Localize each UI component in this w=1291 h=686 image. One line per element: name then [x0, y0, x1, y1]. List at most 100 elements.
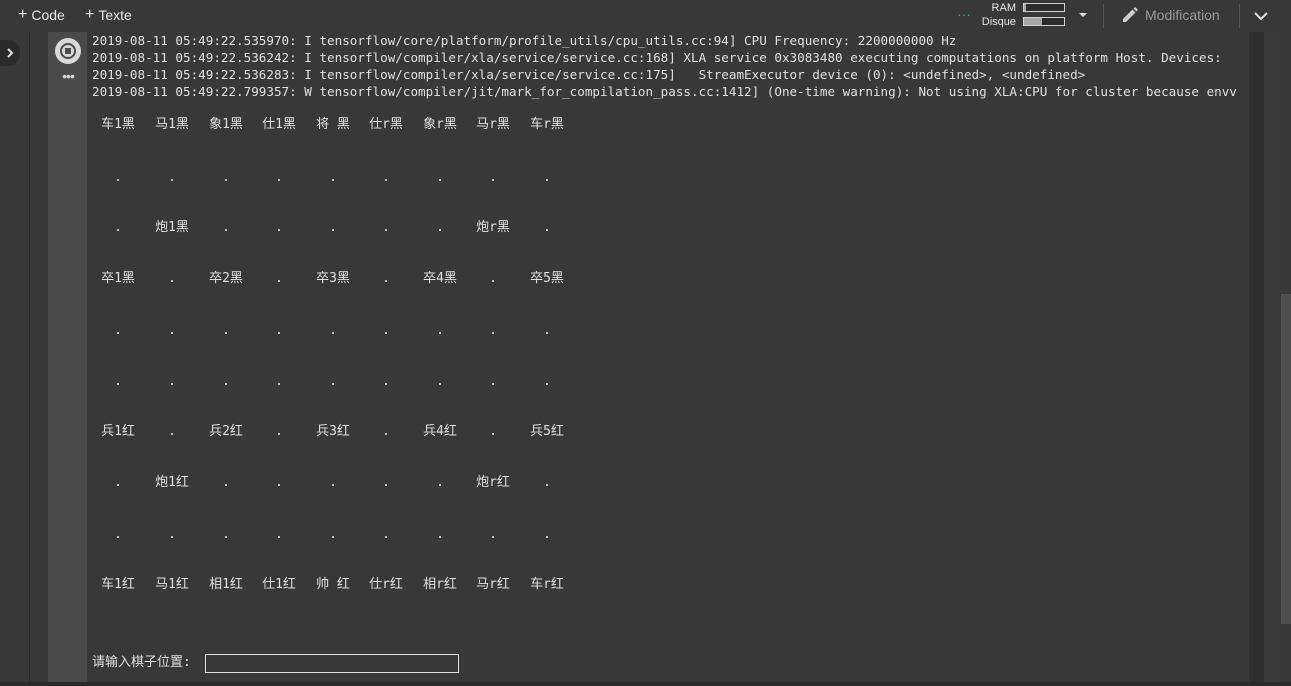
board-cell: 卒4黑 — [423, 271, 457, 286]
board-cell: . — [275, 424, 283, 439]
board-cell: 车1黑 — [101, 117, 135, 132]
board-row: . 炮1黑..... 炮r黑. — [87, 218, 607, 238]
board-cell: . — [329, 527, 337, 542]
toolbar: + Code + Texte ··· RAM Disque Modificati… — [0, 0, 1291, 32]
board-cell: . — [275, 374, 283, 389]
board-cell: . — [329, 170, 337, 185]
board-cell: 兵5红 — [530, 424, 564, 439]
plus-icon: + — [85, 6, 95, 23]
resources-dropdown-icon[interactable] — [1076, 8, 1090, 22]
board-cell: 仕1红 — [262, 577, 296, 592]
board-cell: . — [114, 220, 122, 235]
board-cell: 仕r红 — [369, 577, 403, 592]
board-cell: 帅 红 — [316, 577, 350, 592]
board-row: ......... — [87, 321, 607, 341]
disk-usage-bar[interactable] — [1023, 17, 1065, 26]
board-cell: 卒3黑 — [316, 271, 350, 286]
board-cell: . — [489, 527, 497, 542]
board-row: . 炮1红..... 炮r红. — [87, 473, 607, 493]
board-cell: 兵3红 — [316, 424, 350, 439]
ram-usage-fill — [1024, 4, 1026, 11]
board-cell: . — [275, 527, 283, 542]
ram-label[interactable]: RAM — [970, 2, 1016, 15]
log-line: 2019-08-11 05:49:22.535970: I tensorflow… — [92, 33, 957, 48]
plus-icon: + — [18, 6, 28, 23]
board-cell: . — [382, 424, 390, 439]
board-cell: . — [436, 170, 444, 185]
board-cell: 马r黑 — [476, 117, 510, 132]
board-row: ......... — [87, 168, 607, 188]
board-cell: 相1红 — [209, 577, 243, 592]
board-cell: . — [168, 374, 176, 389]
board-cell: . — [168, 424, 176, 439]
board-cell: . — [543, 170, 551, 185]
board-cell: 炮r黑 — [476, 220, 510, 235]
stop-cell-button[interactable] — [55, 38, 81, 64]
board-cell: 卒1黑 — [101, 271, 135, 286]
board-cell: . — [222, 170, 230, 185]
add-text-button[interactable]: + Texte — [85, 5, 132, 25]
log-line: 2019-08-11 05:49:22.536242: I tensorflow… — [92, 50, 1222, 65]
board-cell: . — [222, 374, 230, 389]
board-cell: . — [168, 170, 176, 185]
cell-output: 2019-08-11 05:49:22.535970: I tensorflow… — [87, 32, 1249, 686]
board-cell: . — [114, 475, 122, 490]
add-code-button[interactable]: + Code — [18, 5, 65, 25]
log-line: 2019-08-11 05:49:22.799357: W tensorflow… — [92, 84, 1237, 99]
board-cell: . — [543, 220, 551, 235]
board-cell: . — [489, 170, 497, 185]
board-cell: . — [329, 323, 337, 338]
sidebar-toggle-button[interactable] — [0, 40, 20, 66]
board-cell: 象1黑 — [209, 117, 243, 132]
board-cell: . — [114, 527, 122, 542]
board-cell: . — [114, 374, 122, 389]
disk-label[interactable]: Disque — [970, 16, 1016, 29]
board-cell: 仕1黑 — [262, 117, 296, 132]
chevron-down-icon[interactable] — [1252, 7, 1270, 25]
board-cell: . — [543, 475, 551, 490]
board-cell: . — [543, 323, 551, 338]
board-cell: . — [222, 475, 230, 490]
board-cell: 马1黑 — [155, 117, 189, 132]
chevron-right-icon — [7, 48, 14, 58]
horizontal-scrollbar[interactable] — [0, 682, 1291, 686]
board-cell: . — [489, 323, 497, 338]
log-line: 2019-08-11 05:49:22.536283: I tensorflow… — [92, 67, 1086, 82]
board-cell: . — [275, 170, 283, 185]
cell-divider — [29, 32, 30, 686]
board-cell: . — [329, 220, 337, 235]
ram-usage-bar[interactable] — [1023, 3, 1065, 12]
scrollbar-thumb[interactable] — [1281, 294, 1291, 624]
board-cell: . — [436, 323, 444, 338]
editing-mode-button[interactable]: Modification — [1121, 5, 1220, 25]
board-cell: . — [382, 374, 390, 389]
piece-position-input[interactable] — [205, 654, 459, 673]
cell-output-menu-icon[interactable]: ••• — [59, 69, 77, 83]
toolbar-divider — [1239, 4, 1240, 28]
board-cell: 兵4红 — [423, 424, 457, 439]
board-cell: 相r红 — [423, 577, 457, 592]
cell-gutter — [48, 32, 87, 686]
board-cell: 兵2红 — [209, 424, 243, 439]
editing-mode-label: Modification — [1145, 7, 1220, 23]
board-cell: 马1红 — [155, 577, 189, 592]
board-cell: 车r黑 — [530, 117, 564, 132]
add-text-label: Texte — [98, 7, 132, 23]
board-cell: . — [168, 323, 176, 338]
toolbar-divider — [1103, 4, 1104, 28]
board-cell: . — [436, 374, 444, 389]
board-cell: . — [436, 527, 444, 542]
board-cell: . — [382, 323, 390, 338]
board-cell: . — [275, 271, 283, 286]
board-cell: . — [222, 220, 230, 235]
connected-status-icon: ··· — [957, 6, 971, 22]
colab-notebook: + Code + Texte ··· RAM Disque Modificati… — [0, 0, 1291, 686]
board-cell: 炮1黑 — [155, 220, 189, 235]
board-cell: . — [222, 323, 230, 338]
board-cell: . — [222, 527, 230, 542]
board-cell: . — [329, 475, 337, 490]
board-row: 车1黑 马1黑 象1黑 仕1黑 将 黑 仕r黑 象r黑 马r黑 车r黑 — [87, 115, 607, 135]
board-cell: . — [168, 527, 176, 542]
scrollbar-track[interactable] — [1263, 32, 1280, 686]
board-cell: 仕r黑 — [369, 117, 403, 132]
